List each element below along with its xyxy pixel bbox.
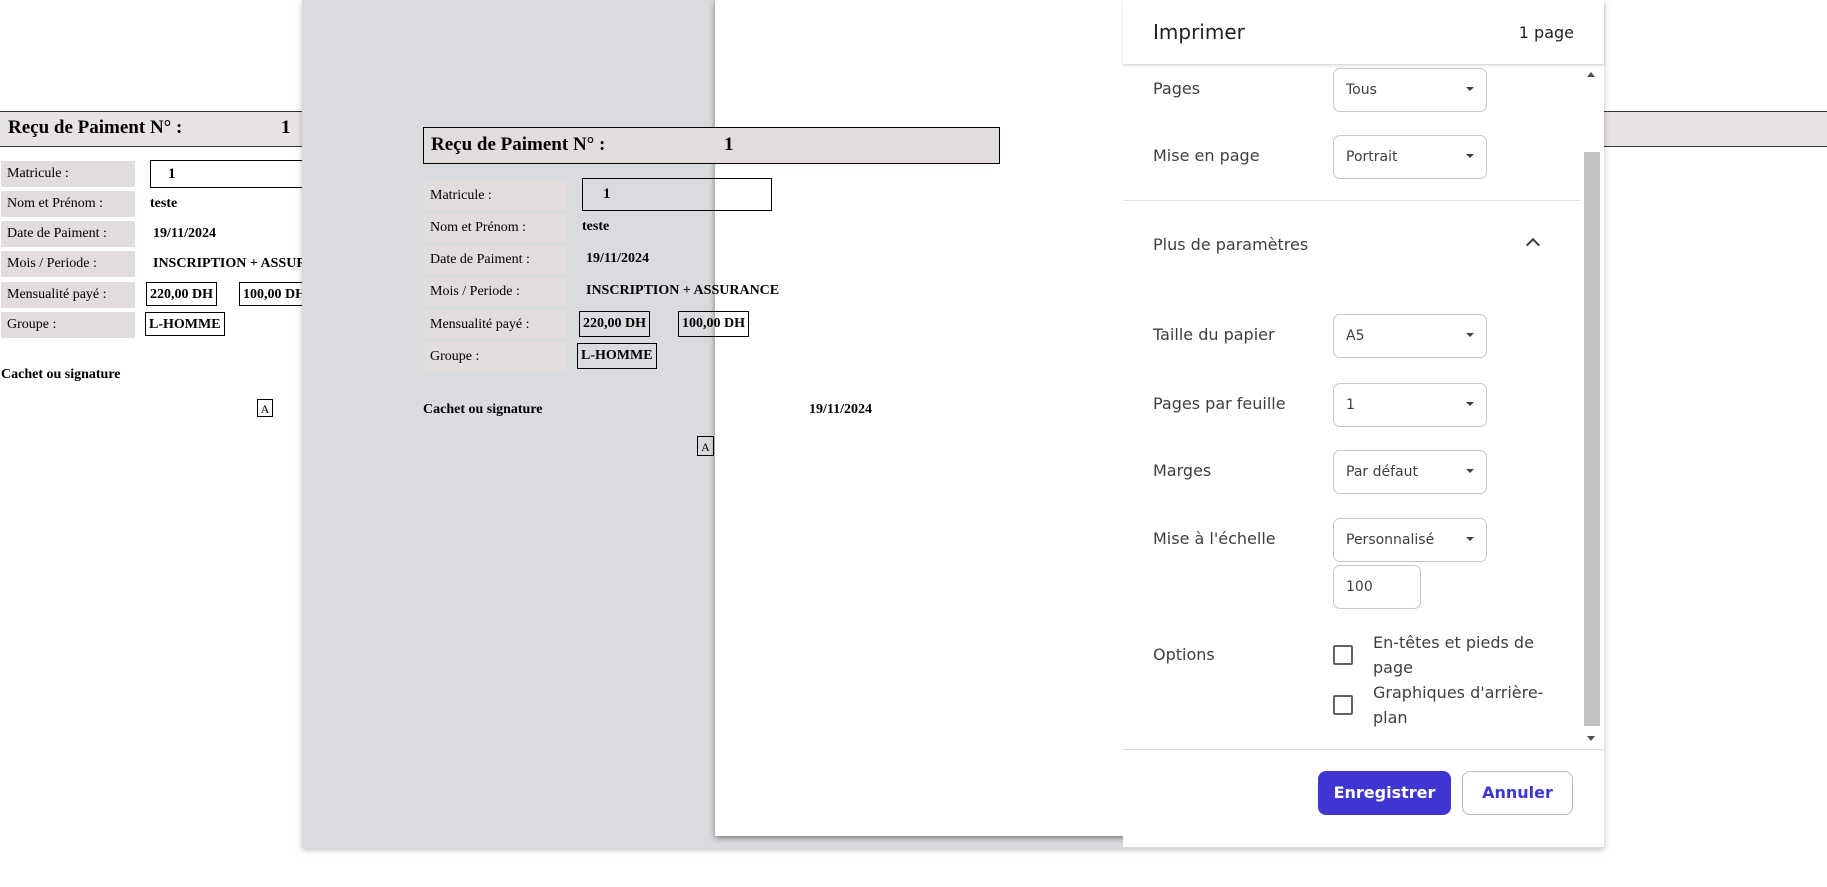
preview-label-matricule: Matricule : [423,181,566,210]
scale-custom-input[interactable]: 100 [1333,565,1421,609]
scale-value: Personnalisé [1346,532,1435,548]
print-settings-panel: Imprimer 1 page Pages Tous Mise en page … [1123,0,1604,847]
layout-label: Mise en page [1153,146,1260,165]
chevron-down-icon [1466,333,1474,337]
preview-nom-value: teste [582,219,610,234]
paper-size-value: A5 [1346,328,1365,344]
pages-per-sheet-value: 1 [1346,397,1355,413]
save-button[interactable]: Enregistrer [1318,771,1451,815]
bg-label-mensualite: Mensualité payé : [1,282,135,308]
dialog-footer: Enregistrer Annuler [1123,749,1604,847]
bg-mensualite-value-1: 220,00 DH [146,282,217,306]
preview-receipt-title: Reçu de Paiment N° : [431,134,606,155]
preview-stamp: A [697,436,714,456]
headers-footers-checkbox[interactable] [1333,645,1353,665]
chevron-up-icon [1525,237,1541,253]
scroll-down-arrow-icon[interactable] [1587,736,1595,741]
chevron-down-icon [1466,402,1474,406]
bg-groupe-value: L-HOMME [145,312,225,336]
pages-select-value: Tous [1346,82,1377,98]
margins-value: Par défaut [1346,464,1418,480]
bg-label-groupe: Groupe : [1,312,135,338]
bg-mois-value: INSCRIPTION + ASSUR [153,256,307,271]
bg-stamp: A [257,399,273,417]
headers-footers-label: En-têtes et pieds de page [1373,633,1534,677]
panel-header: Imprimer 1 page [1123,0,1604,65]
bg-label-matricule: Matricule : [1,161,135,187]
preview-label-mensualite: Mensualité payé : [423,310,566,339]
preview-label-groupe: Groupe : [423,342,566,371]
pages-select[interactable]: Tous [1333,68,1487,112]
layout-select[interactable]: Portrait [1333,135,1487,179]
bg-label-nom: Nom et Prénom : [1,191,135,217]
scroll-thumb[interactable] [1584,152,1600,726]
chevron-down-icon [1466,154,1474,158]
preview-matricule-value: 1 [582,178,772,211]
background-graphics-checkbox[interactable] [1333,695,1353,715]
scale-select[interactable]: Personnalisé [1333,518,1487,562]
chevron-down-icon [1466,469,1474,473]
preview-mois-value: INSCRIPTION + ASSURANCE [586,283,780,298]
bg-date-value: 19/11/2024 [153,226,217,241]
preview-groupe-value: L-HOMME [577,343,657,369]
bg-label-mois: Mois / Periode : [1,251,135,277]
preview-date-value: 19/11/2024 [586,251,650,266]
pages-label: Pages [1153,79,1201,98]
divider [1123,200,1581,201]
bg-signature-label: Cachet ou signature [1,367,121,382]
preview-signature-date: 19/11/2024 [809,402,873,417]
settings-scrollbar[interactable] [1581,64,1604,748]
bg-nom-value: teste [150,196,178,211]
preview-label-nom: Nom et Prénom : [423,213,566,242]
cancel-button[interactable]: Annuler [1462,771,1573,815]
bg-receipt-title: Reçu de Paiment N° : [8,117,183,138]
dialog-title: Imprimer [1153,20,1245,44]
preview-mensualite-value-2: 100,00 DH [678,311,749,337]
options-label: Options [1153,645,1215,664]
preview-receipt-number: 1 [724,134,734,155]
layout-select-value: Portrait [1346,149,1398,165]
scale-custom-value: 100 [1346,579,1373,595]
preview-label-mois: Mois / Periode : [423,277,566,306]
bg-label-date: Date de Paiment : [1,221,135,247]
bg-matricule-value: 1 [150,160,310,188]
margins-select[interactable]: Par défaut [1333,450,1487,494]
scroll-up-arrow-icon[interactable] [1587,72,1595,77]
page-count: 1 page [1518,23,1574,42]
bg-receipt-number: 1 [281,117,291,138]
scale-label: Mise à l'échelle [1153,529,1276,548]
pages-per-sheet-select[interactable]: 1 [1333,383,1487,427]
chevron-down-icon [1466,87,1474,91]
preview-mensualite-value-1: 220,00 DH [579,311,650,337]
preview-label-date: Date de Paiment : [423,245,566,274]
pages-per-sheet-label: Pages par feuille [1153,394,1286,413]
paper-size-select[interactable]: A5 [1333,314,1487,358]
chevron-down-icon [1466,537,1474,541]
preview-signature-label: Cachet ou signature [423,402,543,417]
bg-mensualite-value-2: 100,00 DH [239,282,310,306]
paper-size-label: Taille du papier [1153,325,1275,344]
more-settings-label: Plus de paramètres [1153,235,1309,254]
more-settings-toggle[interactable]: Plus de paramètres [1123,222,1581,270]
margins-label: Marges [1153,461,1212,480]
background-graphics-label: Graphiques d'arrière-plan [1373,683,1544,727]
